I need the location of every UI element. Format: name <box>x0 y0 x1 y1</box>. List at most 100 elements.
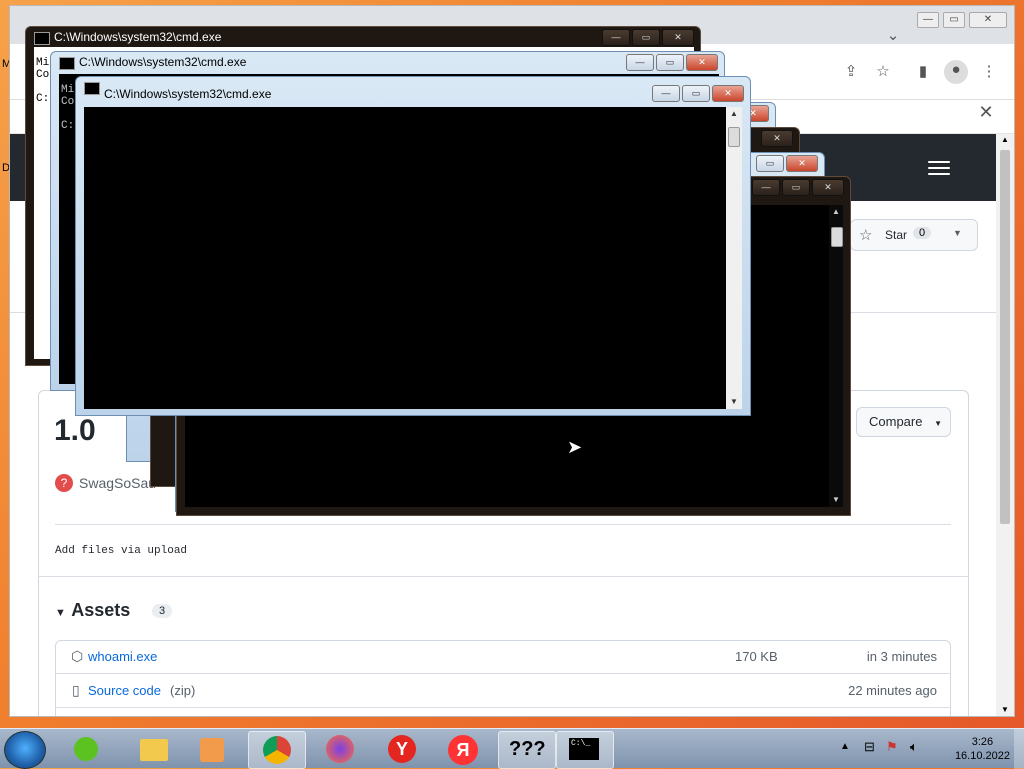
cmd-title: C:\Windows\system32\cmd.exe <box>104 87 272 101</box>
maximize-button[interactable]: ▭ <box>682 85 710 102</box>
cmd-line-2: Co <box>36 69 50 81</box>
asset-link[interactable]: whoami.exe <box>88 649 157 664</box>
minimize-button[interactable]: — <box>652 85 680 102</box>
unknown-app-icon: ??? <box>509 738 546 760</box>
action-center-icon[interactable]: ⚑ <box>886 739 898 755</box>
scroll-thumb[interactable] <box>728 127 740 147</box>
compare-button[interactable]: Compare ▼ <box>856 407 951 437</box>
release-divider <box>55 524 951 525</box>
assets-divider <box>38 576 969 577</box>
cmd-title: C:\Windows\system32\cmd.exe <box>54 30 222 44</box>
author-avatar: ? <box>55 474 73 492</box>
star-dropdown-button[interactable]: ▼ <box>938 219 978 251</box>
maximize-button[interactable]: ▭ <box>632 29 660 46</box>
taskbar-app-green[interactable] <box>58 731 114 767</box>
maximize-button[interactable]: ▭ <box>756 155 784 172</box>
volume-icon[interactable]: 🔈︎ <box>910 739 918 755</box>
assets-toggle[interactable]: ▼ Assets <box>55 600 130 621</box>
asset-time: in 3 minutes <box>866 649 937 664</box>
show-hidden-icons[interactable]: ▲ <box>840 741 850 752</box>
maximize-button[interactable]: ▭ <box>782 179 810 196</box>
taskbar-firefox[interactable] <box>312 731 368 767</box>
yandex-icon: Я <box>448 735 478 765</box>
cmd-console[interactable] <box>84 107 726 409</box>
asset-link[interactable]: Source code <box>88 683 161 698</box>
taskbar-explorer[interactable] <box>126 731 182 767</box>
scroll-up-icon[interactable]: ▲ <box>829 205 843 219</box>
close-button[interactable]: ✕ <box>686 54 718 71</box>
star-button[interactable]: ☆ Star 0 <box>850 219 952 251</box>
cmd-title: C:\Windows\system32\cmd.exe <box>79 55 247 69</box>
side-panel-icon[interactable]: ▮ <box>912 62 934 82</box>
share-icon[interactable]: ⇪ <box>840 62 862 82</box>
show-desktop-button[interactable] <box>1014 729 1024 769</box>
cmd-line-2: Co <box>61 96 75 108</box>
page-scrollbar[interactable]: ▲ ▼ <box>996 134 1014 716</box>
tab-search-icon[interactable]: ⌄ <box>882 26 904 46</box>
file-zip-icon: ▯ <box>72 682 80 698</box>
author-name[interactable]: SwagSoSau <box>79 475 156 491</box>
commit-message: Add files via upload <box>55 545 188 557</box>
taskbar-unknown-app[interactable]: ??? <box>498 731 556 769</box>
minimize-button[interactable]: — <box>602 29 630 46</box>
close-button[interactable]: ✕ <box>812 179 844 196</box>
cmd-icon <box>84 82 100 95</box>
asset-row: ⬡ whoami.exe 170 KB in 3 minutes <box>55 640 951 674</box>
network-icon[interactable]: ⊟ <box>864 739 875 755</box>
caret-down-icon: ▼ <box>55 607 66 619</box>
scroll-up-icon[interactable]: ▲ <box>726 107 742 121</box>
browser-close-button[interactable]: ✕ <box>969 12 1007 28</box>
asset-row: ▯ Source code (zip) 22 minutes ago <box>55 674 951 708</box>
taskbar-clock[interactable]: 3:26 16.10.2022 <box>955 735 1010 763</box>
start-button[interactable] <box>4 731 46 769</box>
browser-maximize-button[interactable]: ▭ <box>943 12 965 28</box>
infobar-close-icon[interactable]: ✕ <box>975 102 997 122</box>
minimize-button[interactable]: — <box>752 179 780 196</box>
close-button[interactable]: ✕ <box>662 29 694 46</box>
scroll-down-icon[interactable]: ▼ <box>1001 705 1009 714</box>
assets-heading: Assets <box>71 600 131 620</box>
cmd-icon <box>34 32 50 45</box>
cmd-taskbar-icon: C:\_ <box>569 738 599 760</box>
browser-minimize-button[interactable]: — <box>917 12 939 28</box>
cmd-line-3: C: <box>61 120 75 132</box>
hamburger-menu-icon[interactable] <box>928 161 950 175</box>
close-button[interactable]: ✕ <box>761 130 793 147</box>
star-label: Star <box>885 228 908 242</box>
minimize-button[interactable]: — <box>626 54 654 71</box>
taskbar-yandex-browser[interactable]: Y <box>374 731 430 767</box>
star-icon: ☆ <box>859 227 873 244</box>
asset-suffix: (zip) <box>170 683 196 698</box>
cmd-scrollbar[interactable]: ▲ ▼ <box>829 205 843 507</box>
scroll-up-icon[interactable]: ▲ <box>1001 135 1009 144</box>
profile-icon[interactable]: ● <box>944 60 968 84</box>
yandex-browser-icon: Y <box>388 735 416 763</box>
chevron-down-icon: ▼ <box>953 228 962 238</box>
cmd-line-3: C: <box>36 93 50 105</box>
clock-date: 16.10.2022 <box>954 750 1010 762</box>
cmd-window-active[interactable]: C:\Windows\system32\cmd.exe — ▭ ✕ ▲ ▼ <box>75 76 751 416</box>
browser-menu-icon[interactable]: ⋮ <box>978 62 1000 82</box>
bookmark-star-icon[interactable]: ☆ <box>872 62 894 82</box>
cmd-icon <box>59 57 75 70</box>
cmd-scrollbar[interactable]: ▲ ▼ <box>726 107 742 409</box>
taskbar-yandex[interactable]: Я <box>436 731 492 767</box>
asset-time: 22 minutes ago <box>848 683 937 698</box>
taskbar-cmd[interactable]: C:\_ <box>556 731 614 769</box>
taskbar-media-player[interactable] <box>184 731 240 767</box>
cmd-line-1: Mi <box>61 84 75 96</box>
release-title: 1.0 <box>54 414 96 447</box>
close-button[interactable]: ✕ <box>786 155 818 172</box>
package-icon: ⬡ <box>71 648 84 664</box>
scroll-thumb[interactable] <box>831 227 843 247</box>
assets-count-badge: 3 <box>152 604 173 618</box>
asset-size: 170 KB <box>735 649 778 664</box>
clock-time: 3:26 <box>971 736 994 748</box>
compare-chevron-icon: ▼ <box>934 419 943 428</box>
maximize-button[interactable]: ▭ <box>656 54 684 71</box>
scroll-down-icon[interactable]: ▼ <box>829 493 843 507</box>
scroll-down-icon[interactable]: ▼ <box>726 395 742 409</box>
close-button[interactable]: ✕ <box>712 85 744 102</box>
desktop-label-d: D <box>2 162 10 174</box>
taskbar-chrome[interactable] <box>248 731 306 769</box>
